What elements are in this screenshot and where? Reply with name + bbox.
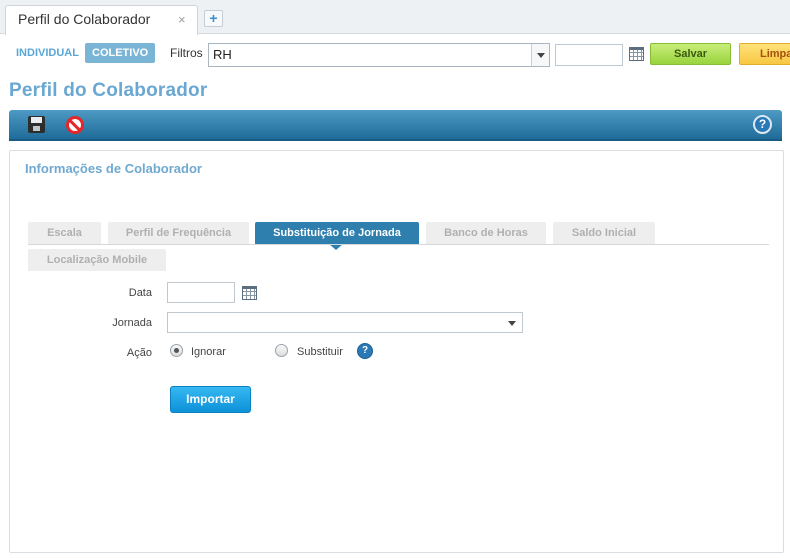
tab-divider <box>28 244 769 245</box>
tab-strip: Perfil do Colaborador × + <box>0 0 790 35</box>
colaborador-panel: Informações de Colaborador Escala Perfil… <box>9 150 784 553</box>
acao-label: Ação <box>126 347 152 359</box>
tab-localizacao-mobile[interactable]: Localização Mobile <box>28 249 166 271</box>
tab-escala[interactable]: Escala <box>28 222 101 244</box>
save-icon[interactable] <box>28 116 45 133</box>
filtros-label: Filtros <box>170 46 203 60</box>
panel-title: Informações de Colaborador <box>25 161 202 176</box>
chevron-down-icon[interactable] <box>531 44 549 66</box>
tab-perfil-do-colaborador[interactable]: Perfil do Colaborador × <box>5 5 198 35</box>
calendar-icon[interactable] <box>242 286 257 300</box>
filtros-selected-value: RH <box>213 47 232 62</box>
jornada-label: Jornada <box>112 317 152 329</box>
ignorar-label: Ignorar <box>191 346 226 358</box>
help-icon[interactable]: ? <box>357 343 373 359</box>
tab-saldo-inicial[interactable]: Saldo Inicial <box>553 222 655 244</box>
substituir-radio[interactable] <box>275 344 288 357</box>
calendar-icon[interactable] <box>629 47 644 61</box>
jornada-select[interactable] <box>167 312 523 333</box>
close-icon[interactable]: × <box>178 12 186 27</box>
tab-substituicao-de-jornada[interactable]: Substituição de Jornada <box>255 222 419 250</box>
ignorar-radio[interactable] <box>170 344 183 357</box>
help-icon[interactable]: ? <box>753 115 772 134</box>
limpar-button[interactable]: Limpa <box>739 43 790 65</box>
add-tab-button[interactable]: + <box>204 10 223 27</box>
tab-label: Perfil do Colaborador <box>18 11 151 27</box>
importar-button[interactable]: Importar <box>170 386 251 413</box>
cancel-icon[interactable] <box>66 116 84 134</box>
substituir-label: Substituir <box>297 346 343 358</box>
chevron-down-icon[interactable] <box>508 321 516 326</box>
page-title: Perfil do Colaborador <box>9 80 208 101</box>
salvar-button[interactable]: Salvar <box>650 43 731 65</box>
filter-date-input[interactable] <box>555 44 623 66</box>
tab-banco-de-horas[interactable]: Banco de Horas <box>426 222 546 244</box>
toolbar: ? <box>9 110 782 141</box>
individual-toggle[interactable]: INDIVIDUAL <box>10 44 85 63</box>
tab-perfil-de-frequencia[interactable]: Perfil de Frequência <box>108 222 249 244</box>
data-label: Data <box>128 287 152 299</box>
filtros-select[interactable]: RH <box>208 43 550 67</box>
coletivo-toggle[interactable]: COLETIVO <box>85 43 156 63</box>
data-input[interactable] <box>167 282 235 303</box>
